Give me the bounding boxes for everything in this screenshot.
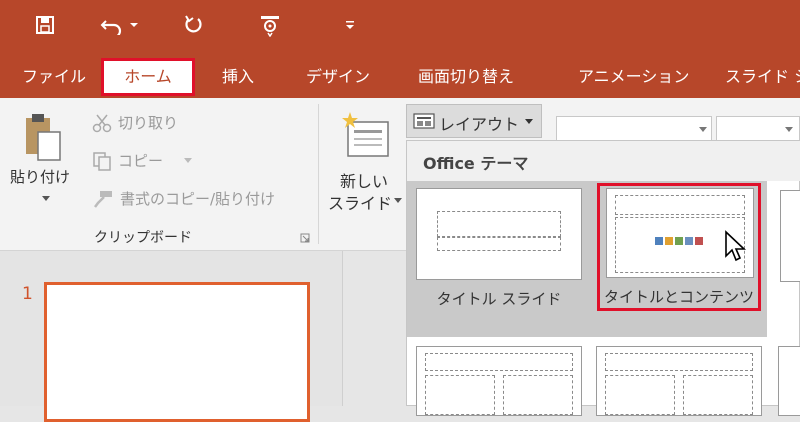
title-placeholder — [605, 353, 753, 371]
copy-button[interactable]: コピー — [90, 148, 200, 174]
cut-button[interactable]: 切り取り — [90, 110, 200, 136]
new-slide-label-2: スライド — [328, 194, 393, 213]
format-painter-button[interactable]: 書式のコピー/貼り付け — [90, 186, 310, 212]
content-placeholder — [503, 375, 573, 415]
paste-label: 貼り付け — [10, 168, 71, 186]
chevron-down-icon — [699, 127, 707, 132]
scissors-icon — [92, 114, 112, 133]
subtitle-placeholder — [437, 237, 561, 251]
chevron-down-icon — [394, 198, 402, 203]
layout-label: タイトル スライド — [436, 290, 562, 308]
tab-insert[interactable]: 挿入 — [222, 56, 254, 98]
tab-file[interactable]: ファイル — [22, 56, 86, 98]
title-placeholder — [425, 353, 573, 371]
customize-icon[interactable] — [340, 10, 360, 40]
chevron-down-icon — [785, 127, 793, 132]
content-placeholder — [425, 375, 495, 415]
layout-button[interactable]: レイアウト — [406, 104, 542, 138]
layout-title-slide[interactable]: タイトル スライド — [416, 188, 582, 328]
layout-partial[interactable] — [780, 190, 800, 282]
new-slide-label-1: 新しい — [340, 172, 389, 191]
clipboard-group-label: クリップボード — [94, 230, 192, 246]
content-placeholder — [683, 375, 753, 415]
slide-number: 1 — [22, 284, 33, 304]
tab-transitions[interactable]: 画面切り替え — [418, 56, 514, 98]
pane-divider — [342, 251, 343, 406]
group-divider — [318, 104, 319, 244]
present-icon[interactable] — [255, 10, 285, 40]
slide-thumbnail[interactable] — [44, 282, 310, 422]
new-slide-icon — [342, 112, 389, 157]
layout-icon — [413, 113, 435, 129]
tab-slideshow[interactable]: スライド シ — [725, 56, 800, 98]
gallery-theme-title: Office テーマ — [423, 154, 529, 173]
paste-button[interactable]: 貼り付け — [6, 106, 82, 216]
tab-home[interactable]: ホーム — [101, 58, 195, 96]
font-name-combobox[interactable] — [556, 116, 712, 142]
chevron-down-icon — [525, 119, 533, 124]
new-slide-button[interactable]: 新しい スライド — [326, 106, 404, 216]
copy-icon — [93, 152, 111, 171]
layout-thumbnail — [416, 188, 582, 280]
title-placeholder — [437, 211, 561, 237]
save-icon[interactable] — [30, 10, 60, 40]
mouse-cursor-icon — [725, 230, 747, 262]
copy-label: コピー — [118, 152, 164, 170]
paste-icon — [26, 114, 61, 161]
redo-icon[interactable] — [178, 10, 208, 40]
format-painter-icon — [94, 191, 112, 208]
tab-design[interactable]: デザイン — [306, 56, 370, 98]
layout-label: レイアウト — [439, 115, 520, 134]
format-painter-label: 書式のコピー/貼り付け — [120, 190, 276, 208]
title-bar — [0, 0, 800, 56]
gallery-header: Office テーマ — [407, 141, 800, 181]
cut-label: 切り取り — [118, 114, 179, 132]
tab-animations[interactable]: アニメーション — [578, 56, 689, 98]
chevron-down-icon — [42, 196, 50, 201]
ribbon-tabs: ファイル ホーム 挿入 デザイン 画面切り替え アニメーション スライド シ — [0, 56, 800, 98]
font-size-combobox[interactable] — [716, 116, 800, 142]
content-placeholder — [605, 375, 675, 415]
dialog-launcher-icon[interactable] — [300, 233, 310, 243]
undo-icon[interactable] — [100, 10, 140, 40]
chevron-down-icon — [184, 158, 192, 163]
